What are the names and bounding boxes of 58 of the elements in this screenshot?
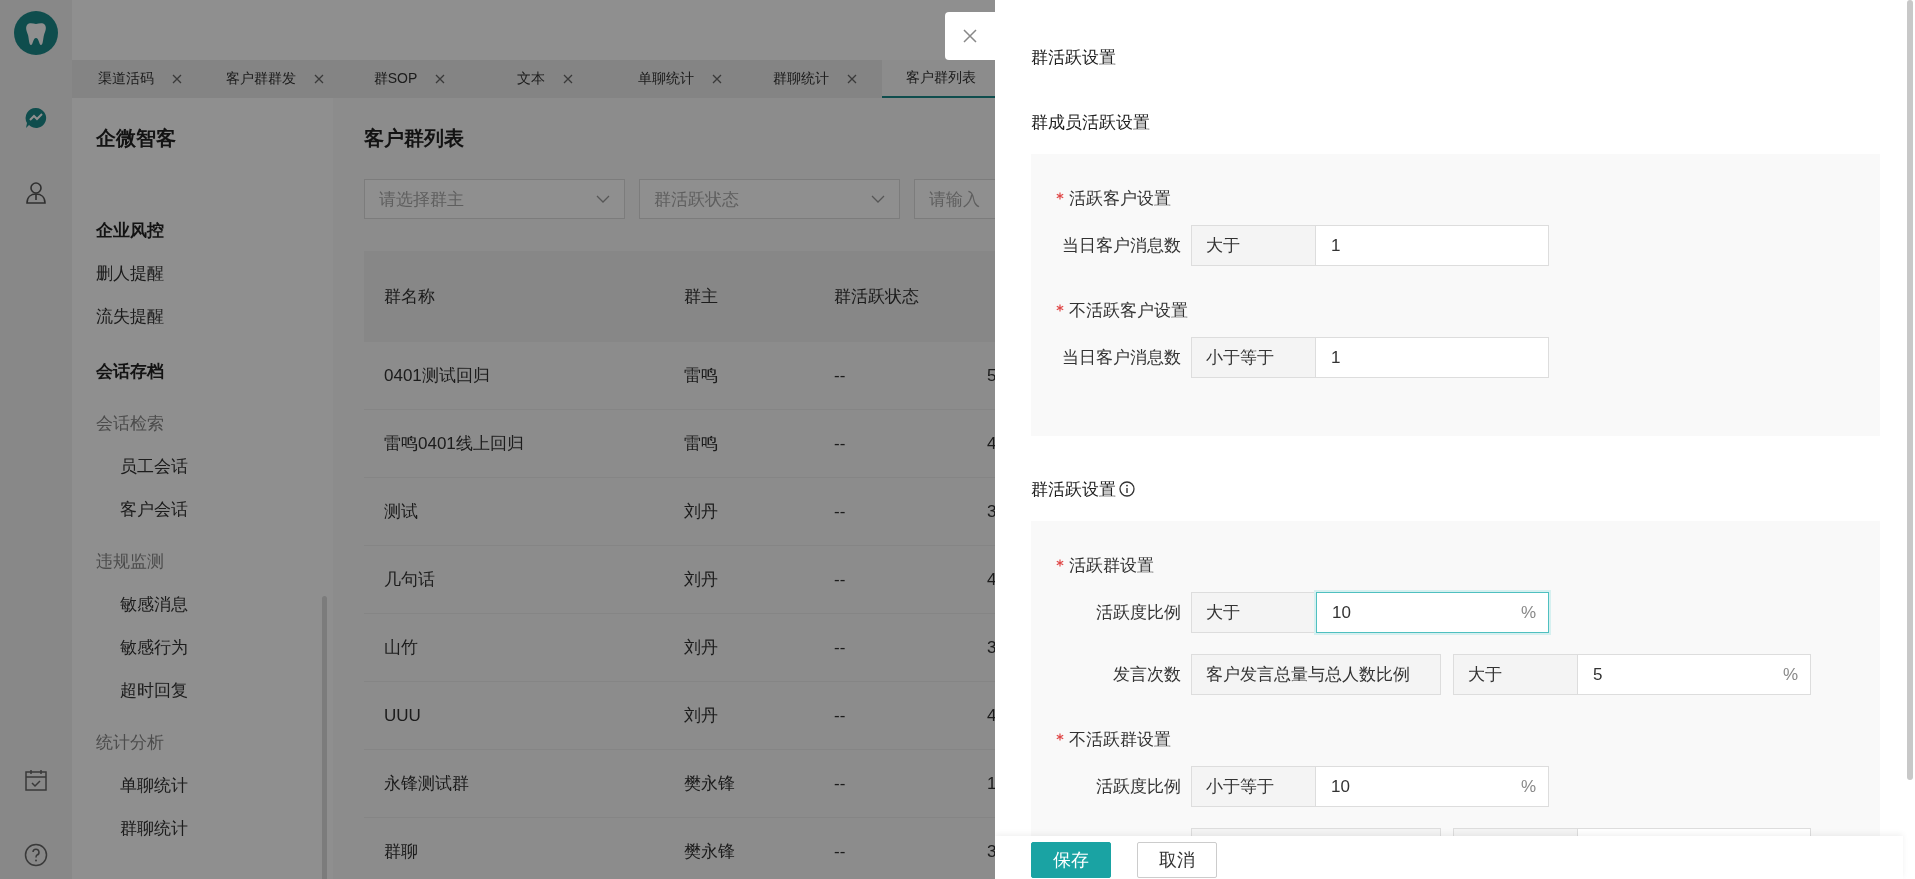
page-title: 客户群列表	[364, 126, 465, 151]
table-cell-text: UUU	[384, 705, 422, 726]
table-cell-text: 4	[987, 433, 998, 454]
table-cell-text: --	[834, 841, 847, 862]
table-cell-text: 刘丹	[684, 569, 719, 591]
table-cell-text: 4	[987, 569, 998, 590]
operator-box: 小于等于	[1191, 766, 1316, 807]
table-cell-text: --	[834, 365, 847, 386]
group-label: 违规监测	[96, 551, 165, 573]
field-label: 活跃度比例	[1095, 776, 1181, 798]
section-heading: 企业风控	[96, 220, 165, 242]
section-title: 群活跃设置	[1031, 478, 1116, 501]
table-cell-text: 刘丹	[684, 501, 719, 523]
table-cell-text: 刘丹	[684, 637, 719, 659]
unit-label: %	[1520, 602, 1536, 623]
table-cell-text: 刘丹	[684, 705, 719, 727]
section-heading: 会话存档	[96, 361, 165, 383]
table-cell-text: 山竹	[384, 637, 419, 659]
table-cell-text: 樊永锋	[684, 841, 736, 863]
operator-box: 大于	[1191, 225, 1316, 266]
operator-box: 大于	[1191, 592, 1316, 633]
section-title: 群成员活跃设置	[1031, 111, 1150, 134]
table-cell-text: --	[834, 705, 847, 726]
table-cell-text: 测试	[384, 501, 419, 523]
table-cell-text: --	[834, 773, 847, 794]
group-title: 不活跃群设置	[1069, 728, 1171, 751]
group-label: 会话检索	[96, 413, 165, 435]
table-cell-text: 4	[987, 705, 998, 726]
table-cell-text: 0401测试回归	[384, 365, 491, 387]
table-cell-text: 几句话	[384, 569, 436, 591]
field-label: 当日客户消息数	[1061, 235, 1181, 257]
column-header: 群活跃状态	[834, 286, 920, 308]
table-cell-text: --	[834, 637, 847, 658]
table-cell-text: 永锋测试群	[384, 773, 470, 795]
column-header: 群主	[684, 286, 719, 308]
table-cell-text: 群聊	[384, 841, 419, 863]
table-cell-text: 雷鸣0401线上回归	[384, 433, 525, 455]
unit-label: %	[1782, 664, 1798, 685]
table-cell-text: 雷鸣	[684, 365, 719, 387]
group-label: 统计分析	[96, 732, 165, 754]
column-header: 群名称	[384, 286, 436, 308]
table-cell-text: --	[834, 433, 847, 454]
group-title: 活跃群设置	[1069, 554, 1154, 577]
table-cell-text: 樊永锋	[684, 773, 736, 795]
operator-box: 小于等于	[1191, 337, 1316, 378]
table-cell-text: 雷鸣	[684, 433, 719, 455]
table-cell-text: --	[834, 501, 847, 522]
operator-box: 大于	[1453, 654, 1578, 695]
field-label: 发言次数	[1112, 664, 1181, 686]
app-title: 企微智客	[96, 126, 177, 151]
table-cell-text: --	[834, 569, 847, 590]
table-cell-text: 1	[987, 773, 998, 794]
field-label: 当日客户消息数	[1061, 347, 1181, 369]
group-title: 不活跃客户设置	[1069, 299, 1188, 322]
unit-label: %	[1520, 776, 1536, 797]
operator-box: 客户发言总量与总人数比例	[1191, 654, 1441, 695]
field-label: 活跃度比例	[1095, 602, 1181, 624]
group-title: 活跃客户设置	[1069, 187, 1171, 210]
